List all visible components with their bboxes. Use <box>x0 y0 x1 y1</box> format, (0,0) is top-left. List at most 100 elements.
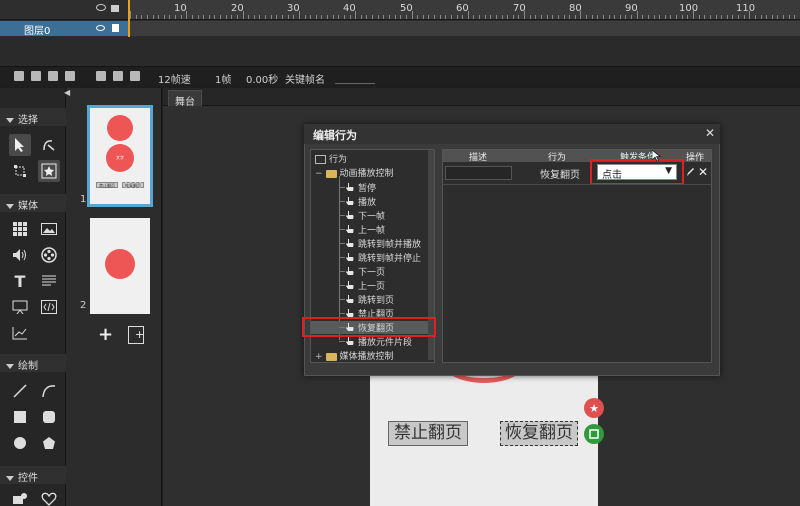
pointer-tool-icon[interactable] <box>9 134 31 156</box>
hand-pointer-icon <box>346 267 354 276</box>
ruler-tick <box>653 15 655 19</box>
code-tool-icon[interactable] <box>38 296 60 318</box>
row-action-value: 恢复翻页 <box>540 170 580 181</box>
grid-tool-icon[interactable] <box>9 218 31 240</box>
ruler-tick <box>259 15 261 19</box>
image-tool-icon[interactable] <box>38 218 60 240</box>
section-controls[interactable]: 控件 <box>0 466 66 484</box>
heart-tool-icon[interactable] <box>38 488 60 506</box>
thumb-circle <box>105 249 135 279</box>
stage-button-resume[interactable]: 恢复翻页 <box>500 421 578 446</box>
star-tool-icon[interactable] <box>38 160 60 182</box>
tree-item[interactable]: 暂停 <box>339 181 377 194</box>
eye-icon[interactable] <box>96 4 106 11</box>
ruler-tick <box>163 15 165 19</box>
line-tool-icon[interactable] <box>9 380 31 402</box>
tree-item[interactable]: 下一帧 <box>339 209 386 222</box>
collapse-icon[interactable]: ◀ <box>64 88 72 97</box>
tab-stage[interactable]: 舞台 <box>168 90 202 108</box>
ruler-tick <box>495 15 497 19</box>
new-layer-icon[interactable] <box>14 71 24 81</box>
ruler-tick <box>715 15 717 19</box>
behavior-link-icon[interactable] <box>584 424 604 444</box>
curve-tool-icon[interactable] <box>38 380 60 402</box>
subselect-tool-icon[interactable] <box>38 134 60 156</box>
tree-item[interactable]: 播放 <box>339 195 376 208</box>
tree-connector <box>339 341 345 342</box>
tree-item[interactable]: 跳转到页 <box>339 293 394 306</box>
delete-icon[interactable] <box>65 71 75 81</box>
lock-icon[interactable] <box>111 5 119 12</box>
highlight-box <box>590 159 684 185</box>
tree-item-label: 下一帧 <box>358 212 386 222</box>
tree-group-animation[interactable]: − 动画播放控制 <box>315 166 394 179</box>
tree-item[interactable]: 下一页 <box>339 265 385 278</box>
rounded-rect-tool-icon[interactable] <box>38 406 60 428</box>
close-icon[interactable]: ✕ <box>705 126 717 140</box>
copy-layer-icon[interactable] <box>48 71 58 81</box>
transform-tool-icon[interactable] <box>9 160 31 182</box>
controls-tool-icon[interactable] <box>9 488 31 506</box>
ruler-tick <box>726 15 728 19</box>
remove-frame-icon[interactable] <box>130 71 140 81</box>
insert-frame-icon[interactable] <box>96 71 106 81</box>
tree-item[interactable]: 上一页 <box>339 279 385 292</box>
add-page-button[interactable]: + <box>98 324 113 345</box>
ruler-label: 10 <box>174 3 187 14</box>
polygon-tool-icon[interactable] <box>38 432 60 454</box>
layer-frames[interactable] <box>128 21 800 36</box>
ruler-tick <box>208 15 210 19</box>
tree-item-label: 暂停 <box>358 184 377 194</box>
add-page-copy-icon[interactable]: + <box>128 326 144 344</box>
ruler-tick <box>507 15 509 19</box>
tree-item[interactable]: 上一帧 <box>339 223 385 236</box>
section-media[interactable]: 媒体 <box>0 194 66 212</box>
ruler-tick <box>597 15 599 19</box>
ellipse-tool-icon[interactable] <box>9 432 31 454</box>
tree-group-media[interactable]: + 媒体播放控制 <box>315 349 394 362</box>
stage-tabbar <box>163 88 800 106</box>
description-input[interactable] <box>445 166 512 180</box>
delete-row-icon[interactable]: ✕ <box>698 165 708 179</box>
tree-item-label: 跳转到帧并播放 <box>358 240 422 250</box>
tree-item[interactable]: 跳转到帧并播放 <box>339 237 422 250</box>
stage-button-disable[interactable]: 禁止翻页 <box>388 421 468 446</box>
eye-icon[interactable] <box>96 25 105 31</box>
ruler-tick <box>501 15 503 19</box>
layer-row[interactable]: 图层0 <box>0 21 128 37</box>
ruler-tick <box>152 15 154 19</box>
ruler-tick <box>721 15 723 19</box>
section-draw-label: 绘制 <box>18 361 38 372</box>
presentation-tool-icon[interactable] <box>9 296 31 318</box>
tree-item[interactable]: 跳转到帧并停止 <box>339 251 421 264</box>
ruler-tick <box>783 15 785 19</box>
hand-pointer-icon <box>346 197 354 206</box>
insert-keyframe-icon[interactable] <box>113 71 123 81</box>
section-draw[interactable]: 绘制 <box>0 354 66 372</box>
folder-icon[interactable] <box>31 71 41 81</box>
thumb-btn-resume: 恢复翻页 <box>122 182 144 188</box>
audio-tool-icon[interactable] <box>9 244 31 266</box>
edit-icon[interactable] <box>685 166 695 178</box>
section-select[interactable]: 选择 <box>0 108 66 126</box>
ruler-tick <box>456 15 458 19</box>
text-tool-icon[interactable]: T <box>9 270 31 292</box>
ruler-tick <box>321 15 323 19</box>
chart-tool-icon[interactable] <box>9 322 31 344</box>
rectangle-tool-icon[interactable] <box>9 406 31 428</box>
playhead[interactable] <box>128 0 130 38</box>
ruler-tick <box>327 15 329 19</box>
ruler-label: 110 <box>736 3 756 14</box>
video-tool-icon[interactable] <box>38 244 60 266</box>
highlight-box <box>302 317 436 337</box>
tree-root[interactable]: 行为 <box>315 152 347 165</box>
lock-icon[interactable] <box>112 24 119 32</box>
tree-connector <box>339 201 345 202</box>
page-thumbnail-2[interactable] <box>90 218 150 314</box>
keyframe-name-input[interactable] <box>335 83 375 84</box>
ruler-tick <box>225 15 227 19</box>
frame-ruler[interactable]: 10 20 30 40 50 60 70 80 90 100 110 <box>128 0 800 20</box>
page-thumbnail-1[interactable]: 文字 禁止翻页 恢复翻页 <box>87 105 153 207</box>
behavior-star-icon[interactable]: ★ <box>584 398 604 418</box>
paragraph-tool-icon[interactable] <box>38 270 60 292</box>
